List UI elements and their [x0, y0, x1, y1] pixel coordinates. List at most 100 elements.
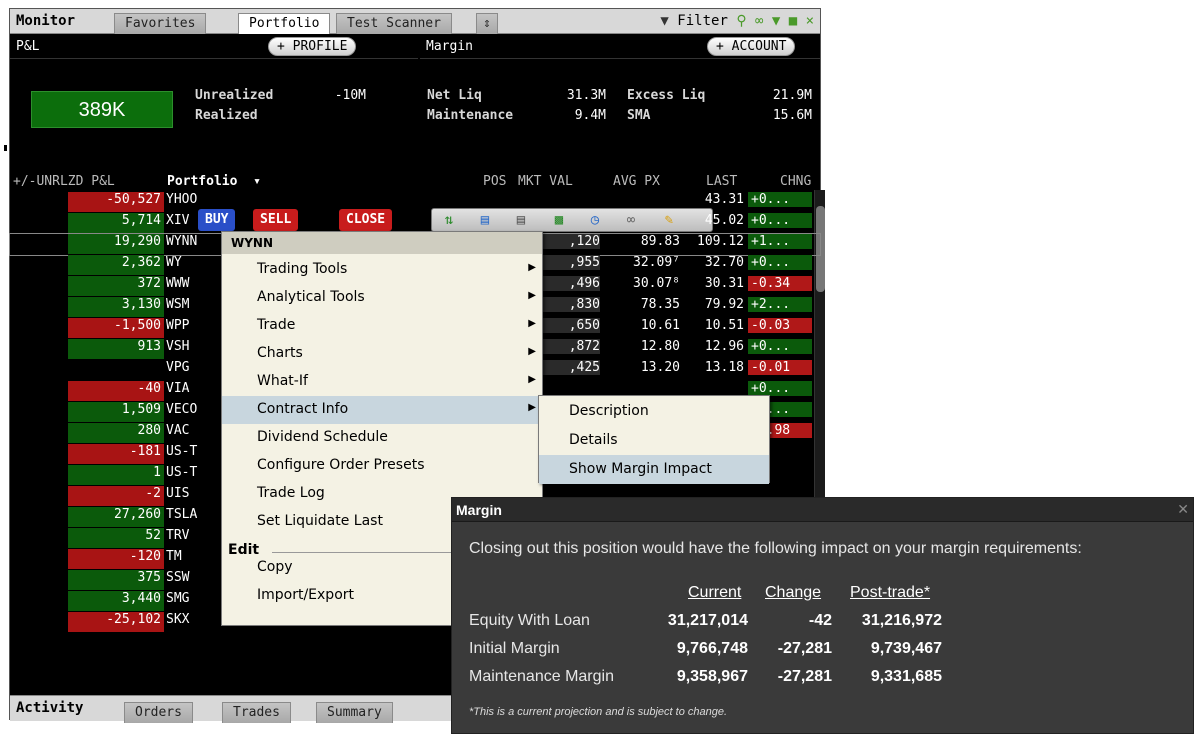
col-last[interactable]: LAST [706, 174, 737, 189]
row-last: 79.92 [704, 297, 744, 312]
profile-button[interactable]: + PROFILE [268, 37, 357, 56]
menu-item-label: Trade Log [257, 485, 325, 501]
monitor-toolbar-right: ▼ Filter ⚲ ∞ ▼ ■ × [660, 13, 814, 29]
menu-item-trade[interactable]: Trade ▶ [222, 312, 542, 340]
filter-button[interactable]: Filter [677, 13, 728, 29]
row-unrealized-pnl: -1,500 [68, 318, 164, 338]
sma-label: SMA [627, 108, 651, 123]
popup-col-change: Change [765, 584, 822, 601]
row-symbol: WY [166, 255, 182, 270]
tab-orders[interactable]: Orders [124, 702, 193, 723]
popup-note: *This is a current projection and is sub… [469, 706, 728, 718]
row-change: +0... [748, 339, 812, 354]
filter-icon[interactable]: ▼ [660, 13, 668, 29]
margin-section-header: Margin + ACCOUNT [420, 35, 820, 59]
tab-trades[interactable]: Trades [222, 702, 291, 723]
menu-item-label: Dividend Schedule [257, 429, 388, 445]
row-symbol: VPG [166, 360, 190, 375]
row-change: +2... [748, 297, 812, 312]
row-symbol: SKX [166, 612, 190, 627]
tab-menu-button[interactable]: ⇕ [476, 13, 498, 34]
row-last: 30.31 [704, 276, 744, 291]
col-avg-px[interactable]: AVG PX [613, 174, 660, 189]
popup-row-label: Maintenance Margin [469, 668, 614, 685]
popup-col-post-trade: Post-trade* [850, 584, 931, 601]
menu-item-contract-info[interactable]: Contract Info ▶ [222, 396, 542, 424]
row-unrealized-pnl: 2,362 [68, 255, 164, 275]
submenu-arrow-icon: ▶ [528, 374, 536, 385]
realized-label: Realized [195, 108, 258, 123]
row-unrealized-pnl: -25,102 [68, 612, 164, 632]
popup-row-current: 9,358,967 [676, 668, 748, 685]
row-unrealized-pnl: -2 [68, 486, 164, 506]
menu-item-label: Copy [257, 559, 293, 575]
tab-favorites[interactable]: Favorites [114, 13, 207, 34]
tab-summary[interactable]: Summary [316, 702, 393, 723]
menu-item-dividend-schedule[interactable]: Dividend Schedule [222, 424, 542, 452]
portfolio-label: Portfolio [167, 174, 238, 189]
submenu-show-margin-impact[interactable]: Show Margin Impact [539, 455, 769, 484]
row-avg-px: 10.61 [640, 318, 680, 333]
row-symbol: YHOO [166, 192, 198, 207]
row-last: 12.96 [704, 339, 744, 354]
popup-row-change: -42 [808, 612, 832, 629]
row-change: +1... [748, 234, 812, 249]
contract-info-submenu: Description Details Show Margin Impact [538, 395, 770, 484]
margin-impact-popup: Margin ✕ Closing out this position would… [451, 497, 1194, 734]
row-last: 109.12 [697, 234, 744, 249]
row-last: 10.51 [704, 318, 744, 333]
row-unrealized-pnl: 375 [68, 570, 164, 590]
popup-row-post-trade: 31,216,972 [861, 612, 942, 629]
account-button[interactable]: + ACCOUNT [707, 37, 796, 56]
submenu-arrow-icon: ▶ [528, 346, 536, 357]
row-symbol: US-T [166, 444, 198, 459]
unrealized-label: Unrealized [195, 88, 274, 103]
popup-row-current: 9,766,748 [676, 640, 748, 657]
menu-item-label: Set Liquidate Last [257, 513, 383, 529]
col-mkt-val[interactable]: MKT VAL [518, 174, 573, 189]
row-change: +0... [748, 255, 812, 270]
row-unrealized-pnl: 19,290 [68, 234, 164, 254]
row-avg-px: 12.80 [640, 339, 680, 354]
portfolio-selector[interactable]: Portfolio ▾ [167, 174, 261, 189]
tab-portfolio[interactable]: Portfolio [238, 13, 331, 34]
menu-item-charts[interactable]: Charts ▶ [222, 340, 542, 368]
row-last: 45.02 [704, 213, 744, 228]
submenu-description[interactable]: Description [539, 397, 769, 426]
toolbar-right-icons[interactable]: ⚲ ∞ ▼ ■ × [736, 13, 814, 29]
row-unrealized-pnl: -40 [68, 381, 164, 401]
menu-item-analytical-tools[interactable]: Analytical Tools ▶ [222, 284, 542, 312]
row-unrealized-pnl: 3,130 [68, 297, 164, 317]
row-last: 13.18 [704, 360, 744, 375]
row-avg-px: 89.83 [640, 234, 680, 249]
row-symbol: SSW [166, 570, 190, 585]
popup-title: Margin [452, 498, 1193, 522]
row-unrealized-pnl: 52 [68, 528, 164, 548]
menu-item-label: Trade [257, 317, 296, 333]
row-symbol: WYNN [166, 234, 198, 249]
menu-item-trading-tools[interactable]: Trading Tools ▶ [222, 256, 542, 284]
row-symbol: WPP [166, 318, 190, 333]
close-icon[interactable]: ✕ [1177, 501, 1189, 518]
row-unrealized-pnl: 3,440 [68, 591, 164, 611]
row-symbol: VAC [166, 423, 190, 438]
tab-test-scanner[interactable]: Test Scanner [336, 13, 452, 34]
row-change: +0... [748, 192, 812, 207]
table-row[interactable]: -50,527 YHOO 43.31 +0... [10, 192, 820, 213]
row-symbol: VIA [166, 381, 190, 396]
menu-item-what-if[interactable]: What-If ▶ [222, 368, 542, 396]
menu-item-label: Import/Export [257, 587, 355, 603]
submenu-details[interactable]: Details [539, 426, 769, 455]
row-avg-px: 13.20 [640, 360, 680, 375]
row-unrealized-pnl: -120 [68, 549, 164, 569]
col-change[interactable]: CHNG [780, 174, 811, 189]
activity-title: Activity [16, 700, 84, 716]
menu-item-configure-order-presets[interactable]: Configure Order Presets [222, 452, 542, 480]
col-unrealized-pnl[interactable]: +/-UNRLZD P&L [13, 174, 115, 189]
row-symbol: VECO [166, 402, 198, 417]
row-unrealized-pnl: 1,509 [68, 402, 164, 422]
submenu-arrow-icon: ▶ [528, 318, 536, 329]
unrealized-value: -10M [334, 88, 366, 103]
row-change: +0... [748, 213, 812, 228]
col-pos[interactable]: POS [483, 174, 506, 189]
